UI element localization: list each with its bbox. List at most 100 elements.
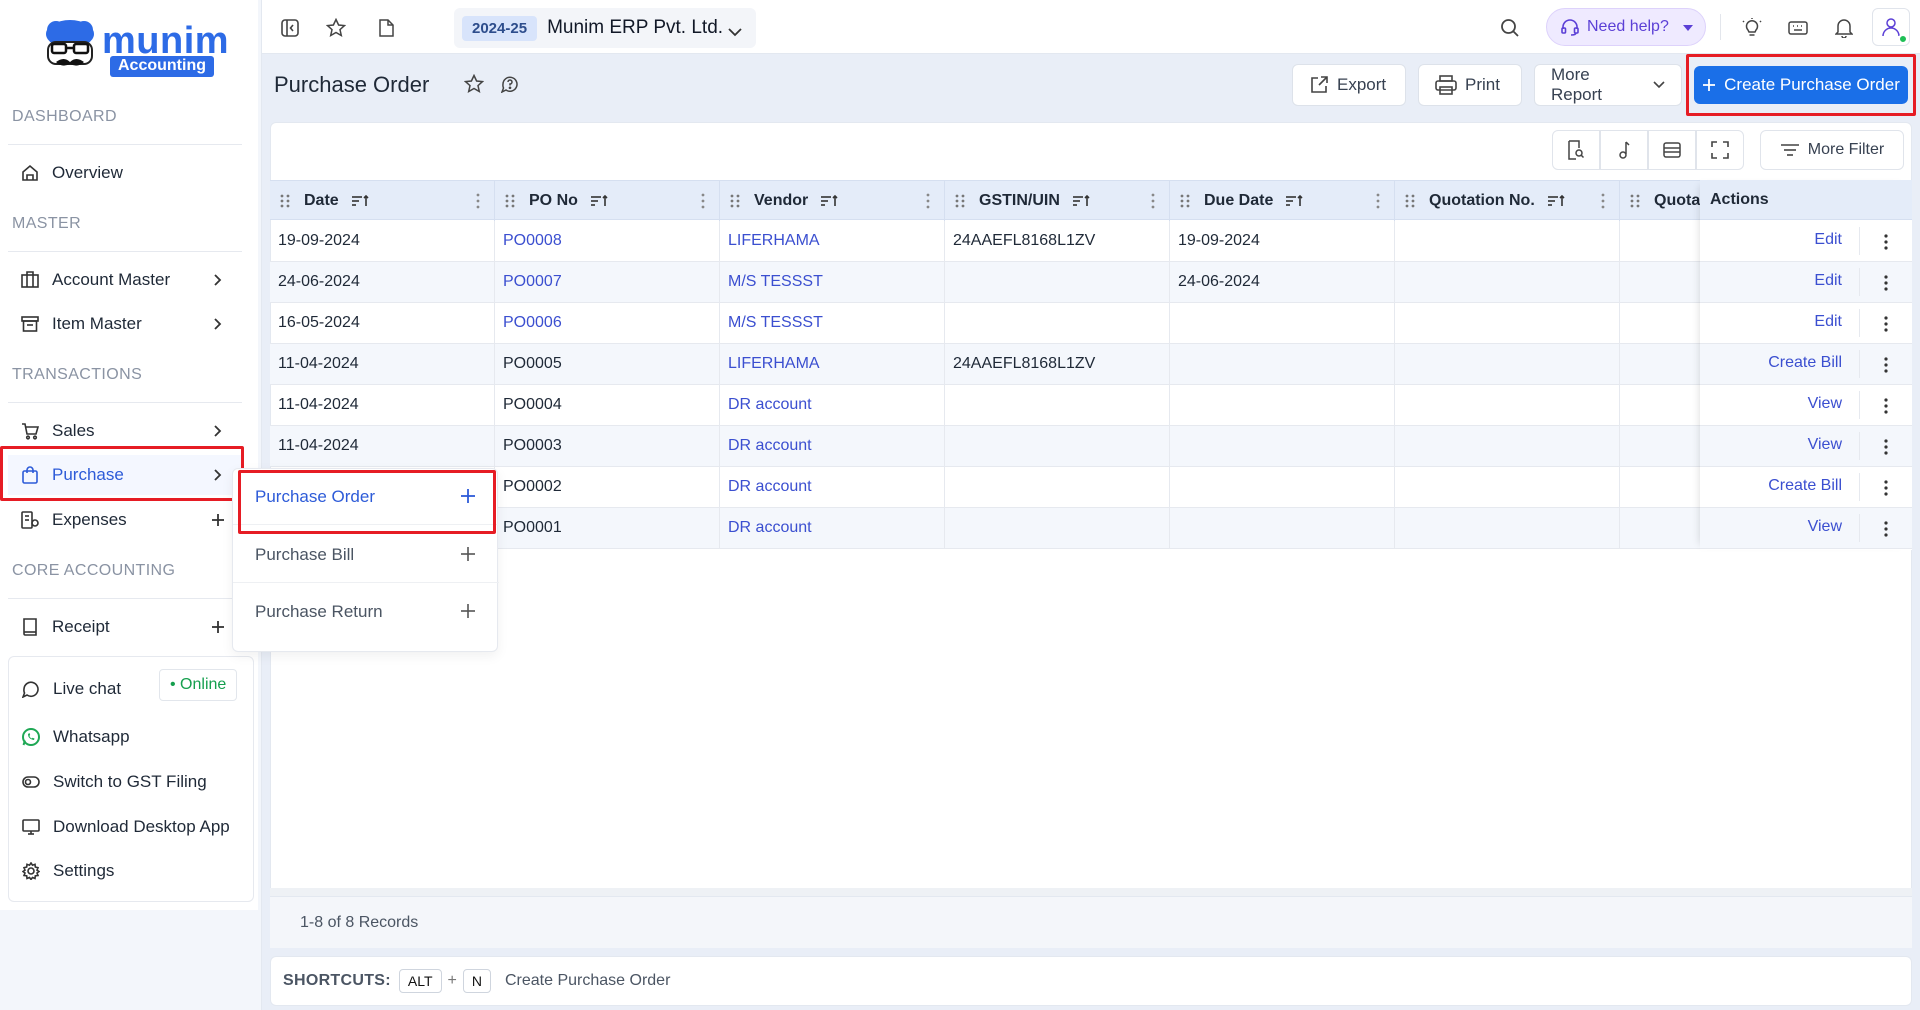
row-action-link[interactable]: Create Bill <box>1768 477 1842 495</box>
column-menu-icon[interactable] <box>476 193 480 209</box>
whatsapp-link[interactable]: Whatsapp <box>21 719 130 755</box>
download-app-link[interactable]: Download Desktop App <box>21 809 230 845</box>
kebab-menu-icon[interactable] <box>1878 520 1894 538</box>
drag-handle-icon[interactable] <box>1405 194 1419 208</box>
row-action-link[interactable]: Edit <box>1814 313 1842 331</box>
kebab-menu-icon[interactable] <box>1878 397 1894 415</box>
search-table-button[interactable] <box>1552 130 1600 170</box>
collapse-sidebar-button[interactable] <box>272 10 308 46</box>
settings-link[interactable]: Settings <box>21 853 114 889</box>
cell-po-no[interactable]: PO0007 <box>495 262 720 302</box>
column-header-po-no[interactable]: PO No <box>495 181 720 221</box>
live-chat-link[interactable]: Live chat <box>21 671 121 707</box>
sort-icon[interactable] <box>820 194 838 208</box>
column-menu-icon[interactable] <box>701 193 705 209</box>
sort-icon[interactable] <box>1072 194 1090 208</box>
column-menu-icon[interactable] <box>1376 193 1380 209</box>
export-button[interactable]: Export <box>1292 64 1406 106</box>
column-menu-icon[interactable] <box>926 193 930 209</box>
create-purchase-order-button[interactable]: Create Purchase Order <box>1694 66 1908 104</box>
sidebar-item-sales[interactable]: Sales <box>8 411 242 451</box>
sort-icon[interactable] <box>1285 194 1303 208</box>
switch-gst-link[interactable]: Switch to GST Filing <box>21 764 207 800</box>
density-button[interactable] <box>1648 130 1696 170</box>
cell-vendor[interactable]: DR account <box>720 426 945 466</box>
whats-new-button[interactable] <box>1734 10 1770 46</box>
kebab-menu-icon[interactable] <box>1878 233 1894 251</box>
kebab-menu-icon[interactable] <box>1878 274 1894 292</box>
submenu-item-purchase-bill[interactable]: Purchase Bill <box>233 527 499 583</box>
need-help-button[interactable]: Need help? <box>1546 8 1706 46</box>
table-row[interactable]: PO0001 DR account <box>270 508 1912 549</box>
kebab-menu-icon[interactable] <box>1878 438 1894 456</box>
row-action-link[interactable]: Edit <box>1814 272 1842 290</box>
cell-vendor[interactable]: LIFERHAMA <box>720 344 945 384</box>
drag-handle-icon[interactable] <box>1180 194 1194 208</box>
plus-icon[interactable] <box>459 545 477 563</box>
more-report-dropdown[interactable]: More Report <box>1534 64 1682 106</box>
search-button[interactable] <box>1492 10 1528 46</box>
plus-icon[interactable] <box>459 602 477 620</box>
column-header-vendor[interactable]: Vendor <box>720 181 945 221</box>
munim-logo[interactable]: munim Accounting <box>44 18 229 82</box>
keyboard-shortcuts-button[interactable] <box>1780 10 1816 46</box>
cell-vendor[interactable]: DR account <box>720 385 945 425</box>
kebab-menu-icon[interactable] <box>1878 356 1894 374</box>
sort-icon[interactable] <box>351 194 369 208</box>
print-button[interactable]: Print <box>1418 64 1522 106</box>
cell-po-no[interactable]: PO0006 <box>495 303 720 343</box>
row-action-link[interactable]: View <box>1808 518 1842 536</box>
cell-vendor[interactable]: DR account <box>720 467 945 507</box>
row-action-link[interactable]: View <box>1808 395 1842 413</box>
submenu-item-purchase-order[interactable]: Purchase Order <box>233 469 499 525</box>
drag-handle-icon[interactable] <box>955 194 969 208</box>
submenu-item-purchase-return[interactable]: Purchase Return <box>233 584 499 640</box>
sidebar-item-item-master[interactable]: Item Master <box>8 304 242 344</box>
column-menu-icon[interactable] <box>1151 193 1155 209</box>
table-row[interactable]: 19-09-2024 PO0008 LIFERHAMA 24AAEFL8168L… <box>270 221 1912 262</box>
company-selector[interactable]: 2024-25 Munim ERP Pvt. Ltd. <box>454 8 756 48</box>
column-header-date[interactable]: Date <box>270 181 495 221</box>
plus-icon[interactable] <box>459 487 477 505</box>
cell-vendor[interactable]: M/S TESSST <box>720 262 945 302</box>
favorites-button[interactable] <box>318 10 354 46</box>
column-header-gstin[interactable]: GSTIN/UIN <box>945 181 1170 221</box>
notifications-button[interactable] <box>1826 10 1862 46</box>
favorite-page-button[interactable] <box>462 72 486 96</box>
sidebar-item-overview[interactable]: Overview <box>8 153 242 193</box>
column-header-quotation-no[interactable]: Quotation No. <box>1395 181 1620 221</box>
sidebar-item-receipt[interactable]: Receipt <box>8 607 242 647</box>
column-menu-icon[interactable] <box>1601 193 1605 209</box>
column-header-due-date[interactable]: Due Date <box>1170 181 1395 221</box>
fullscreen-button[interactable] <box>1696 130 1744 170</box>
cell-po-no[interactable]: PO0008 <box>495 221 720 261</box>
sort-icon[interactable] <box>590 194 608 208</box>
cell-vendor[interactable]: LIFERHAMA <box>720 221 945 261</box>
sidebar-item-expenses[interactable]: Expenses <box>8 500 242 540</box>
table-row[interactable]: 11-04-2024 PO0003 DR account <box>270 426 1912 467</box>
table-row[interactable]: 24-06-2024 PO0007 M/S TESSST 24-06-2024 <box>270 262 1912 303</box>
cell-vendor[interactable]: M/S TESSST <box>720 303 945 343</box>
notes-button[interactable] <box>368 10 404 46</box>
sort-button[interactable] <box>1600 130 1648 170</box>
plus-icon[interactable] <box>210 510 226 530</box>
sidebar-item-purchase[interactable]: Purchase <box>8 455 242 495</box>
table-row[interactable]: 11-04-2024 PO0004 DR account <box>270 385 1912 426</box>
drag-handle-icon[interactable] <box>1630 194 1644 208</box>
cell-vendor[interactable]: DR account <box>720 508 945 548</box>
row-action-link[interactable]: Edit <box>1814 231 1842 249</box>
kebab-menu-icon[interactable] <box>1878 479 1894 497</box>
drag-handle-icon[interactable] <box>505 194 519 208</box>
table-row[interactable]: PO0002 DR account <box>270 467 1912 508</box>
horizontal-scrollbar[interactable] <box>270 888 1912 896</box>
sidebar-item-account-master[interactable]: Account Master <box>8 260 242 300</box>
sort-icon[interactable] <box>1547 194 1565 208</box>
drag-handle-icon[interactable] <box>280 194 294 208</box>
page-help-button[interactable] <box>498 72 522 96</box>
kebab-menu-icon[interactable] <box>1878 315 1894 333</box>
drag-handle-icon[interactable] <box>730 194 744 208</box>
row-action-link[interactable]: View <box>1808 436 1842 454</box>
table-row[interactable]: 16-05-2024 PO0006 M/S TESSST <box>270 303 1912 344</box>
more-filter-button[interactable]: More Filter <box>1760 130 1904 170</box>
plus-icon[interactable] <box>210 617 226 637</box>
